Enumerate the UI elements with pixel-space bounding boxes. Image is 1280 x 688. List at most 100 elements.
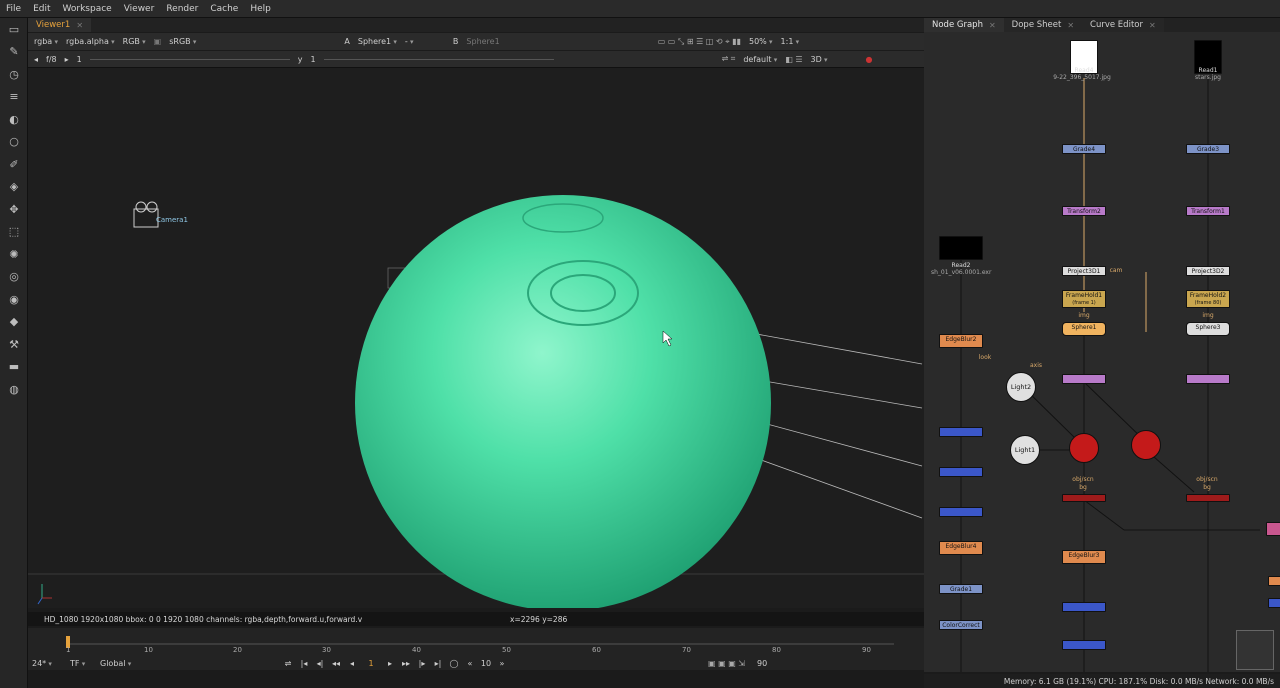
step-back-increment-icon[interactable]: « xyxy=(462,657,478,669)
furnace-tool-icon[interactable]: ◍ xyxy=(0,378,28,401)
node-grade1[interactable]: Grade1 xyxy=(939,584,983,594)
draw-tool-icon[interactable]: ✎ xyxy=(0,41,28,64)
color-tool-icon[interactable]: ◐ xyxy=(0,108,28,131)
node-edgeblur3[interactable]: EdgeBlur3 xyxy=(1062,550,1106,564)
node-graph-canvas[interactable]: Read4 9-22_396_5017.jpg Read1 stars.jpg … xyxy=(924,32,1280,672)
close-icon[interactable]: ✕ xyxy=(989,21,996,30)
camera-icons[interactable]: ◧ ☰ xyxy=(785,55,802,64)
node-offscreen-3[interactable] xyxy=(1268,598,1280,608)
node-read2-thumbnail[interactable] xyxy=(939,236,983,260)
keyer-tool-icon[interactable]: ✐ xyxy=(0,153,28,176)
node-transformgeo1[interactable] xyxy=(1062,374,1106,384)
gain-value[interactable]: 1 xyxy=(77,55,82,64)
menu-render[interactable]: Render xyxy=(166,4,198,14)
cache-icons[interactable]: ▣ ▣ ▣ ⇲ xyxy=(708,659,745,668)
close-icon[interactable]: ✕ xyxy=(1067,21,1074,30)
gamma-slider[interactable] xyxy=(323,58,554,60)
step-back-icon[interactable]: ◂◂ xyxy=(328,657,344,669)
range-select[interactable]: Global xyxy=(100,659,280,668)
end-frame-field[interactable]: 90 xyxy=(757,659,767,668)
deep-tool-icon[interactable]: ◎ xyxy=(0,266,28,289)
views-tool-icon[interactable]: ◉ xyxy=(0,288,28,311)
goto-end-icon[interactable]: ▸| xyxy=(430,657,446,669)
menu-cache[interactable]: Cache xyxy=(210,4,238,14)
fstop-value[interactable]: f/8 xyxy=(46,55,57,64)
gain-arrow-icon[interactable]: ▸ xyxy=(65,55,69,64)
close-icon[interactable]: ✕ xyxy=(76,21,83,30)
loop-icon[interactable]: ◯ xyxy=(446,657,462,669)
step-forward-icon[interactable]: ▸▸ xyxy=(398,657,414,669)
node-scene1[interactable] xyxy=(1069,433,1099,463)
transform-tool-icon[interactable]: ✥ xyxy=(0,198,28,221)
gain-slider[interactable] xyxy=(89,58,290,60)
node-offscreen-1[interactable] xyxy=(1266,522,1280,536)
stop-render-icon[interactable]: ● xyxy=(866,55,873,64)
channel-tool-icon[interactable]: ≡ xyxy=(0,86,28,109)
filter-tool-icon[interactable]: ○ xyxy=(0,131,28,154)
tab-dope-sheet[interactable]: Dope Sheet ✕ xyxy=(1003,18,1083,32)
node-sphere1[interactable]: Sphere1 xyxy=(1062,322,1106,336)
node-light2[interactable]: Light2 xyxy=(1006,372,1036,402)
input-b-select[interactable]: Sphere1 xyxy=(466,37,499,46)
current-frame-field[interactable]: 1 xyxy=(360,657,382,669)
metadata-tool-icon[interactable]: ◆ xyxy=(0,311,28,334)
fstop-arrow-icon[interactable]: ◂ xyxy=(34,55,38,64)
timeline[interactable]: 1 10 20 30 40 50 60 70 80 90 xyxy=(28,628,924,656)
node-light1[interactable]: Light1 xyxy=(1010,435,1040,465)
node-merge2[interactable] xyxy=(939,467,983,477)
view-mode-select[interactable]: 3D xyxy=(811,55,828,64)
camera-select[interactable]: default xyxy=(743,55,777,64)
next-keyframe-icon[interactable]: |▸ xyxy=(414,657,430,669)
play-backward-icon[interactable]: ◂ xyxy=(344,657,360,669)
goto-start-icon[interactable]: |◂ xyxy=(296,657,312,669)
menu-edit[interactable]: Edit xyxy=(33,4,50,14)
node-merge3[interactable] xyxy=(939,507,983,517)
viewer-buttons-icons[interactable]: ▭ ▭ ⤡ ⊞ ☰ ◫ ⟲ ⌖ ▮▮ xyxy=(658,37,741,47)
node-scanlinerender1[interactable] xyxy=(1062,494,1106,502)
tab-node-graph[interactable]: Node Graph ✕ xyxy=(924,18,1004,32)
alpha-select[interactable]: rgba.alpha xyxy=(66,37,115,46)
increment-field[interactable]: 10 xyxy=(478,657,494,669)
node-grade3[interactable]: Grade3 xyxy=(1186,144,1230,154)
node-edgeblur2[interactable]: EdgeBlur2 xyxy=(939,334,983,348)
node-merge4[interactable] xyxy=(1062,602,1106,612)
lut-select[interactable]: sRGB xyxy=(169,37,196,46)
node-grade4[interactable]: Grade4 xyxy=(1062,144,1106,154)
node-transformgeo2[interactable] xyxy=(1186,374,1230,384)
viewer-3d-viewport[interactable]: Camera1 xyxy=(28,68,924,608)
node-scene2[interactable] xyxy=(1131,430,1161,460)
channel-select[interactable]: rgba xyxy=(34,37,58,46)
colormode-select[interactable]: RGB xyxy=(123,37,146,46)
gamma-value[interactable]: 1 xyxy=(310,55,315,64)
other-tool-icon[interactable]: ▬ xyxy=(0,356,28,379)
menu-file[interactable]: File xyxy=(6,4,21,14)
menu-help[interactable]: Help xyxy=(250,4,271,14)
merge-tool-icon[interactable]: ◈ xyxy=(0,176,28,199)
node-framehold1[interactable]: FrameHold1 (frame 1) xyxy=(1062,290,1106,308)
node-project3d1[interactable]: Project3D1 xyxy=(1062,266,1106,276)
tab-curve-editor[interactable]: Curve Editor ✕ xyxy=(1082,18,1164,32)
zoom-select[interactable]: 50% xyxy=(749,37,773,46)
in-out-icon[interactable]: ⇌ xyxy=(280,657,296,669)
image-tool-icon[interactable]: ▭ xyxy=(0,18,28,41)
menu-viewer[interactable]: Viewer xyxy=(124,4,155,14)
node-merge1[interactable] xyxy=(939,427,983,437)
time-tool-icon[interactable]: ◷ xyxy=(0,63,28,86)
node-transform2[interactable]: Transform2 xyxy=(1062,206,1106,216)
node-edgeblur4[interactable]: EdgeBlur4 xyxy=(939,541,983,555)
prev-keyframe-icon[interactable]: ◂| xyxy=(312,657,328,669)
tab-viewer1[interactable]: Viewer1 ✕ xyxy=(28,18,92,32)
tf-select[interactable]: TF xyxy=(70,659,100,668)
3d-tool-icon[interactable]: ⬚ xyxy=(0,221,28,244)
fps-select[interactable]: 24* xyxy=(32,659,70,668)
close-icon[interactable]: ✕ xyxy=(1149,21,1156,30)
particles-tool-icon[interactable]: ✺ xyxy=(0,243,28,266)
node-offscreen-2[interactable] xyxy=(1268,576,1280,586)
node-merge5[interactable] xyxy=(1062,640,1106,650)
play-forward-icon[interactable]: ▸ xyxy=(382,657,398,669)
menu-workspace[interactable]: Workspace xyxy=(63,4,112,14)
camera-lock-icon[interactable]: ⇌ ⌗ xyxy=(722,54,736,64)
toolsets-tool-icon[interactable]: ⚒ xyxy=(0,333,28,356)
node-colorcorrect[interactable]: ColorCorrect xyxy=(939,620,983,630)
node-scanlinerender2[interactable] xyxy=(1186,494,1230,502)
